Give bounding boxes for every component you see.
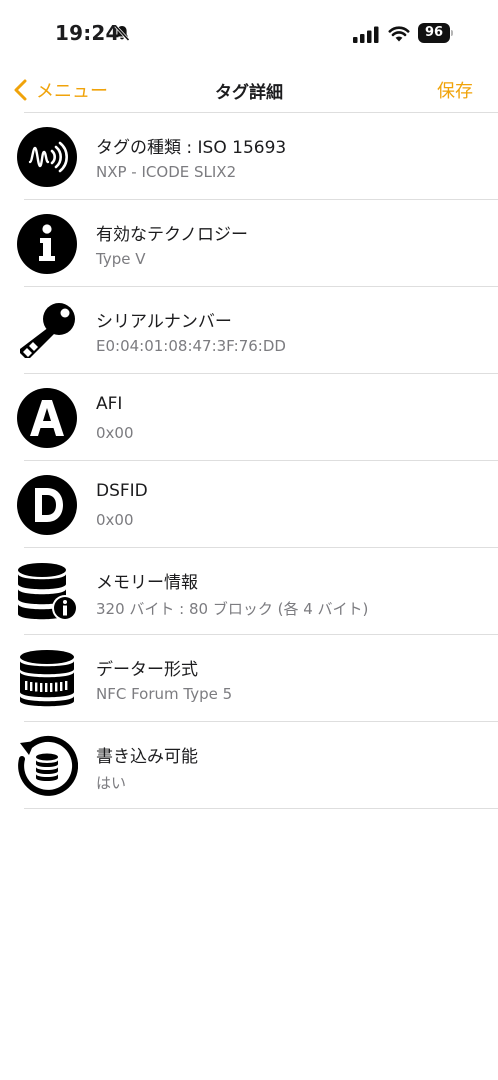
row-title: 有効なテクノロジー xyxy=(96,225,248,245)
battery-indicator: 96 xyxy=(418,23,454,43)
list-item-dsfid: DSFID 0x00 xyxy=(0,461,498,548)
cellular-signal-icon xyxy=(353,26,379,43)
row-value: 0x00 xyxy=(96,424,134,442)
nfc-tag-icon xyxy=(17,127,77,187)
list-item-afi: AFI 0x00 xyxy=(0,374,498,461)
wifi-icon xyxy=(388,26,410,42)
list-item-serial-number: シリアルナンバー E0:04:01:08:47:3F:76:DD xyxy=(0,287,498,374)
row-value: Type V xyxy=(96,250,146,268)
list-item-writable: 書き込み可能 はい xyxy=(0,722,498,809)
row-title: シリアルナンバー xyxy=(96,312,232,332)
navigation-bar: メニュー タグ詳細 保存 xyxy=(0,68,498,112)
row-title: メモリー情報 xyxy=(96,573,198,593)
list-item-memory-info: メモリー情報 320 バイト : 80 ブロック (各 4 バイト) xyxy=(0,548,498,635)
row-title: タグの種類 : ISO 15693 xyxy=(96,138,287,158)
status-time: 19:24 xyxy=(55,21,120,45)
row-title: AFI xyxy=(96,394,123,414)
letter-a-icon xyxy=(17,388,77,448)
page-title: タグ詳細 xyxy=(215,83,283,103)
battery-level: 96 xyxy=(418,23,450,43)
row-divider xyxy=(24,808,498,809)
row-value: はい xyxy=(96,774,127,792)
row-value: NXP - ICODE SLIX2 xyxy=(96,163,237,181)
info-icon xyxy=(17,214,77,274)
list-item-technology: 有効なテクノロジー Type V xyxy=(0,200,498,287)
row-title: 書き込み可能 xyxy=(96,747,198,767)
letter-d-icon xyxy=(17,475,77,535)
tag-detail-list: タグの種類 : ISO 15693 NXP - ICODE SLIX2 有効なテ… xyxy=(0,113,498,809)
key-icon xyxy=(20,303,75,358)
save-button[interactable]: 保存 xyxy=(437,77,473,103)
row-value: E0:04:01:08:47:3F:76:DD xyxy=(96,337,286,355)
row-value: NFC Forum Type 5 xyxy=(96,685,233,703)
bell-slash-icon xyxy=(114,24,130,42)
row-value: 0x00 xyxy=(96,511,134,529)
row-value: 320 バイト : 80 ブロック (各 4 バイト) xyxy=(96,600,369,618)
row-title: DSFID xyxy=(96,481,148,501)
row-title: データー形式 xyxy=(96,660,198,680)
database-info-icon xyxy=(18,563,78,621)
status-bar: 19:24 96 xyxy=(0,0,498,68)
list-item-data-format: データー形式 NFC Forum Type 5 xyxy=(0,635,498,722)
database-format-icon xyxy=(20,650,74,707)
database-writable-icon xyxy=(18,735,78,796)
list-item-tag-type: タグの種類 : ISO 15693 NXP - ICODE SLIX2 xyxy=(0,113,498,200)
